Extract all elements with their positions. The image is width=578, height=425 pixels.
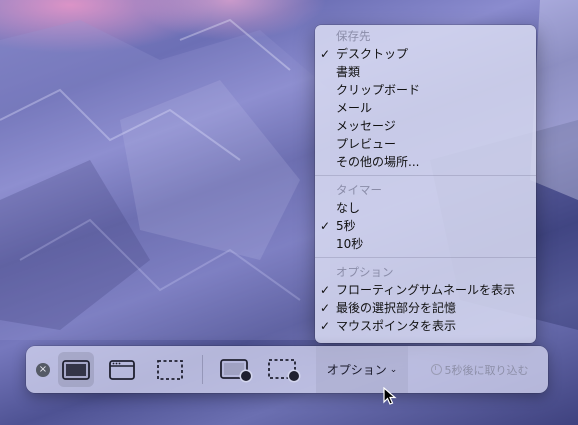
check-icon: ✓ <box>320 219 331 233</box>
menu-item-documents[interactable]: 書類 <box>315 63 536 81</box>
options-label: オプション <box>326 363 387 377</box>
chevron-down-icon: ⌄ <box>389 364 398 375</box>
menu-item-other-location[interactable]: その他の場所... <box>315 153 536 171</box>
menu-item-mail[interactable]: メール <box>315 99 536 117</box>
options-button[interactable]: オプション ⌄ <box>316 346 408 393</box>
menu-item-timer-10s[interactable]: 10秒 <box>315 235 536 253</box>
record-selection-icon <box>268 358 301 382</box>
menu-item-timer-5s[interactable]: ✓ 5秒 <box>315 217 536 235</box>
check-icon: ✓ <box>320 47 331 61</box>
entire-screen-icon <box>62 359 90 380</box>
close-icon[interactable]: × <box>36 363 50 377</box>
menu-item-floating-thumbnail[interactable]: ✓ フローティングサムネールを表示 <box>315 281 536 299</box>
menu-item-show-mouse-pointer[interactable]: ✓ マウスポインタを表示 <box>315 317 536 335</box>
menu-item-remember-selection[interactable]: ✓ 最後の選択部分を記憶 <box>315 299 536 317</box>
menu-item-timer-none[interactable]: なし <box>315 199 536 217</box>
capture-button[interactable]: 5秒後に取り込む <box>411 346 548 393</box>
record-entire-screen-button[interactable] <box>216 352 256 387</box>
screenshot-toolbar: × オプション ⌄ 5秒後に取り込む <box>26 346 548 393</box>
menu-item-clipboard[interactable]: クリップボード <box>315 81 536 99</box>
window-icon <box>109 359 135 380</box>
menu-item-preview[interactable]: プレビュー <box>315 135 536 153</box>
menu-item-messages[interactable]: メッセージ <box>315 117 536 135</box>
record-selection-button[interactable] <box>264 352 304 387</box>
selection-icon <box>157 359 183 380</box>
mouse-pointer-icon <box>383 387 397 405</box>
menu-header-save-location: 保存先 <box>336 29 371 43</box>
check-icon: ✓ <box>320 283 331 297</box>
capture-selection-button[interactable] <box>152 352 188 387</box>
record-screen-icon <box>220 358 253 382</box>
capture-window-button[interactable] <box>104 352 140 387</box>
menu-separator <box>315 175 536 176</box>
check-icon: ✓ <box>320 301 331 315</box>
options-menu: 保存先 ✓ デスクトップ 書類 クリップボード メール メッセージ プレビュー そ… <box>315 25 536 343</box>
menu-separator <box>315 257 536 258</box>
capture-entire-screen-button[interactable] <box>58 352 94 387</box>
menu-header-timer: タイマー <box>336 183 382 197</box>
check-icon: ✓ <box>320 319 331 333</box>
toolbar-divider <box>202 355 203 384</box>
capture-label: 5秒後に取り込む <box>444 363 529 377</box>
timer-icon <box>430 364 442 375</box>
menu-header-options: オプション <box>336 265 394 279</box>
menu-item-desktop[interactable]: ✓ デスクトップ <box>315 45 536 63</box>
